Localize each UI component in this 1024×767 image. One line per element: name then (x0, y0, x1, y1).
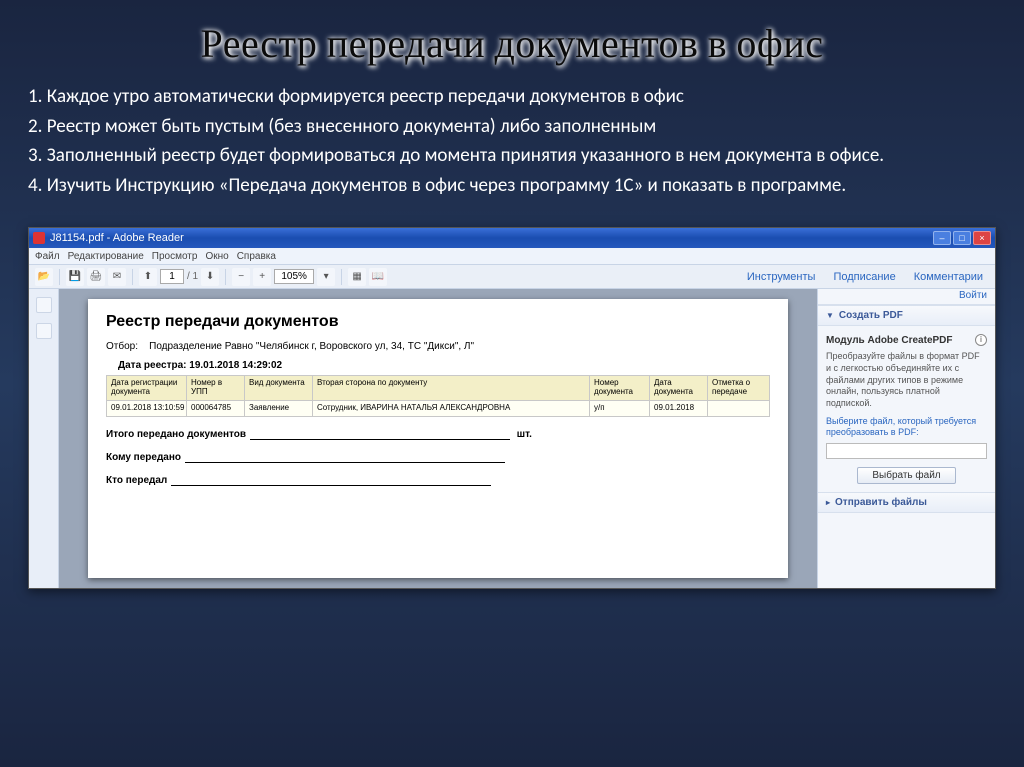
login-link[interactable]: Войти (959, 290, 987, 301)
close-button[interactable]: × (973, 231, 991, 245)
attachments-icon[interactable] (36, 323, 52, 339)
page-total: / 1 (187, 271, 198, 282)
page-number-input[interactable] (160, 269, 184, 284)
slide-body: 1. Каждое утро автоматически формируется… (28, 83, 996, 199)
zoom-dropdown-icon[interactable]: ▾ (317, 268, 335, 286)
accordion-create-pdf[interactable]: ▼ Создать PDF (818, 305, 995, 326)
cell-doc-num: у/п (590, 400, 650, 416)
filter-label: Отбор: (106, 341, 138, 352)
tab-sign[interactable]: Подписание (827, 269, 901, 285)
create-pdf-label: Создать PDF (839, 310, 903, 321)
chevron-down-icon: ▼ (826, 311, 834, 320)
chevron-right-icon: ▸ (826, 498, 830, 507)
menu-window[interactable]: Окно (205, 251, 228, 262)
page-up-icon[interactable]: ⬆ (139, 268, 157, 286)
col-doc-type: Вид документа (245, 376, 313, 401)
print-icon[interactable]: 🖨 (87, 268, 105, 286)
module-desc: Преобразуйте файлы в формат PDF и с легк… (826, 351, 987, 409)
window-titlebar[interactable]: J81154.pdf - Adobe Reader – □ × (29, 228, 995, 248)
zoom-in-icon[interactable]: + (253, 268, 271, 286)
toolbar-divider (59, 269, 60, 285)
col-upp-num: Номер в УПП (187, 376, 245, 401)
col-other-side: Вторая сторона по документу (313, 376, 590, 401)
pdf-icon (33, 232, 45, 244)
toolbar-divider (341, 269, 342, 285)
send-files-label: Отправить файлы (835, 497, 927, 508)
menu-bar: Файл Редактирование Просмотр Окно Справк… (29, 248, 995, 265)
tab-tools[interactable]: Инструменты (741, 269, 822, 285)
cell-doc-date: 09.01.2018 (650, 400, 708, 416)
body-line-4: 4. Изучить Инструкцию «Передача документ… (28, 172, 996, 200)
col-mark: Отметка о передаче (708, 376, 770, 401)
file-path-input[interactable] (826, 443, 987, 459)
thumbnails-icon[interactable] (36, 297, 52, 313)
cell-upp-num: 000064785 (187, 400, 245, 416)
create-pdf-body: Модуль Adobe CreatePDF i Преобразуйте фа… (818, 326, 995, 492)
mail-icon[interactable]: ✉ (108, 268, 126, 286)
menu-help[interactable]: Справка (237, 251, 276, 262)
save-icon[interactable]: 💾 (66, 268, 84, 286)
minimize-button[interactable]: – (933, 231, 951, 245)
window-title-text: J81154.pdf - Adobe Reader (50, 232, 184, 244)
accordion-send-files[interactable]: ▸ Отправить файлы (818, 492, 995, 513)
select-file-button[interactable]: Выбрать файл (857, 467, 955, 484)
slide-title: Реестр передачи документов в офис (28, 20, 996, 67)
cell-doc-type: Заявление (245, 400, 313, 416)
body-line-2: 2. Реестр может быть пустым (без внесенн… (28, 113, 996, 141)
fit-page-icon[interactable]: ▦ (348, 268, 366, 286)
from-whom-label: Кто передал (106, 475, 167, 486)
read-icon[interactable]: 📖 (369, 268, 387, 286)
adobe-reader-window: J81154.pdf - Adobe Reader – □ × Файл Ред… (28, 227, 996, 589)
toolbar: 📂 💾 🖨 ✉ ⬆ / 1 ⬇ − + ▾ ▦ 📖 Инструменты По… (29, 265, 995, 289)
maximize-button[interactable]: □ (953, 231, 971, 245)
total-suffix: шт. (517, 429, 532, 440)
zoom-out-icon[interactable]: − (232, 268, 250, 286)
col-doc-date: Дата документа (650, 376, 708, 401)
cell-reg-date: 09.01.2018 13:10:59 (107, 400, 187, 416)
pdf-page: Реестр передачи документов Отбор: Подраз… (88, 299, 788, 578)
body-line-1: 1. Каждое утро автоматически формируется… (28, 83, 996, 111)
open-icon[interactable]: 📂 (35, 268, 53, 286)
select-hint: Выберите файл, который требуется преобра… (826, 416, 987, 439)
col-reg-date: Дата регистрации документа (107, 376, 187, 401)
to-whom-label: Кому передано (106, 452, 181, 463)
body-line-3: 3. Заполненный реестр будет формироватьс… (28, 142, 996, 170)
filter-value: Подразделение Равно "Челябинск г, Воровс… (149, 341, 474, 352)
page-down-icon[interactable]: ⬇ (201, 268, 219, 286)
tools-panel: Войти ▼ Создать PDF Модуль Adobe CreateP… (817, 289, 995, 588)
info-icon[interactable]: i (975, 334, 987, 346)
module-title: Модуль Adobe CreatePDF (826, 334, 953, 347)
toolbar-divider (132, 269, 133, 285)
registry-table: Дата регистрации документа Номер в УПП В… (106, 375, 770, 416)
zoom-input[interactable] (274, 269, 314, 284)
total-label: Итого передано документов (106, 429, 246, 440)
doc-heading: Реестр передачи документов (106, 313, 770, 331)
menu-file[interactable]: Файл (35, 251, 60, 262)
tab-comment[interactable]: Комментарии (908, 269, 989, 285)
menu-edit[interactable]: Редактирование (68, 251, 144, 262)
col-doc-num: Номер документа (590, 376, 650, 401)
left-nav-strip (29, 289, 59, 588)
table-row: 09.01.2018 13:10:59 000064785 Заявление … (107, 400, 770, 416)
cell-mark (708, 400, 770, 416)
registry-date: Дата реестра: 19.01.2018 14:29:02 (118, 360, 770, 371)
toolbar-divider (225, 269, 226, 285)
document-viewport[interactable]: Реестр передачи документов Отбор: Подраз… (59, 289, 817, 588)
cell-other-side: Сотрудник, ИВАРИНА НАТАЛЬЯ АЛЕКСАНДРОВНА (313, 400, 590, 416)
menu-view[interactable]: Просмотр (152, 251, 198, 262)
